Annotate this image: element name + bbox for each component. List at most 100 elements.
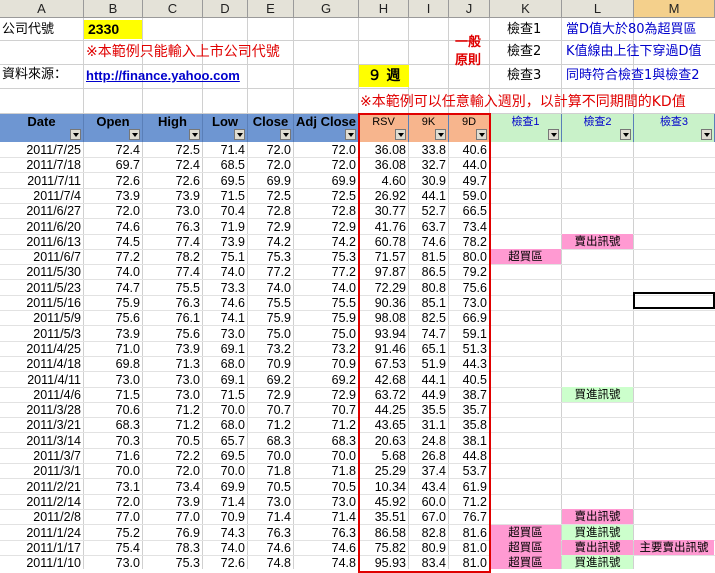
cell-check1[interactable]: [490, 142, 561, 157]
cell-check1[interactable]: [490, 417, 561, 432]
cell-high[interactable]: 76.3: [143, 219, 203, 235]
cell-9d[interactable]: 59.1: [449, 326, 490, 342]
cell-high[interactable]: 72.0: [143, 463, 203, 479]
cell-9k[interactable]: 44.9: [409, 387, 449, 403]
cell-9d[interactable]: 73.0: [449, 295, 490, 311]
cell-check2[interactable]: [562, 249, 633, 264]
cell-check1[interactable]: [490, 173, 561, 188]
cell-open[interactable]: 70.0: [84, 463, 143, 479]
cell-check3[interactable]: [634, 372, 714, 387]
cell-9k[interactable]: 63.7: [409, 219, 449, 235]
cell-rsv[interactable]: 95.93: [359, 555, 409, 569]
cell-open[interactable]: 75.6: [84, 310, 143, 326]
cell-check3[interactable]: [634, 157, 714, 172]
cell-open[interactable]: 75.4: [84, 540, 143, 556]
cell-check1[interactable]: [490, 234, 561, 249]
cell-close[interactable]: 75.9: [248, 310, 294, 326]
active-cell[interactable]: [633, 292, 715, 309]
cell-adj-close[interactable]: 72.8: [294, 203, 359, 219]
cell-close[interactable]: 75.5: [248, 295, 294, 311]
cell-close[interactable]: 70.5: [248, 479, 294, 495]
cell-high[interactable]: 70.5: [143, 433, 203, 449]
filter-dropdown-icon[interactable]: [476, 129, 487, 140]
cell-date[interactable]: 2011/3/28: [0, 402, 84, 418]
cell-close[interactable]: 75.3: [248, 249, 294, 265]
cell-9d[interactable]: 81.0: [449, 555, 490, 569]
cell-9d[interactable]: 79.2: [449, 264, 490, 280]
cell-check2[interactable]: [562, 341, 633, 356]
cell-low[interactable]: 71.4: [203, 494, 248, 510]
cell-close[interactable]: 68.3: [248, 433, 294, 449]
cell-check2[interactable]: [562, 326, 633, 341]
cell-date[interactable]: 2011/7/4: [0, 188, 84, 204]
cell-close[interactable]: 72.0: [248, 157, 294, 173]
cell-check1[interactable]: [490, 448, 561, 463]
cell-open[interactable]: 74.5: [84, 234, 143, 250]
header-low[interactable]: Low: [203, 114, 248, 142]
cell-rsv[interactable]: 67.53: [359, 356, 409, 372]
cell-check2[interactable]: [562, 219, 633, 234]
cell-adj-close[interactable]: 74.0: [294, 280, 359, 296]
cell-9d[interactable]: 61.9: [449, 479, 490, 495]
cell-open[interactable]: 74.0: [84, 264, 143, 280]
cell-open[interactable]: 70.6: [84, 402, 143, 418]
cell-check3[interactable]: [634, 525, 714, 540]
column-header-b[interactable]: B: [84, 0, 143, 18]
cell-9k[interactable]: 81.5: [409, 249, 449, 265]
cell-open[interactable]: 74.6: [84, 219, 143, 235]
cell-rsv[interactable]: 5.68: [359, 448, 409, 464]
cell-date[interactable]: 2011/3/14: [0, 433, 84, 449]
cell-9d[interactable]: 59.0: [449, 188, 490, 204]
header-check1[interactable]: 檢查1: [490, 114, 562, 142]
cell-high[interactable]: 71.2: [143, 402, 203, 418]
column-header-c[interactable]: C: [143, 0, 203, 18]
cell-check3[interactable]: [634, 142, 714, 157]
cell-open[interactable]: 70.3: [84, 433, 143, 449]
cell-date[interactable]: 2011/5/16: [0, 295, 84, 311]
cell-adj-close[interactable]: 69.2: [294, 372, 359, 388]
filter-dropdown-icon[interactable]: [189, 129, 200, 140]
cell-9k[interactable]: 82.5: [409, 310, 449, 326]
cell-date[interactable]: 2011/7/25: [0, 142, 84, 158]
filter-dropdown-icon[interactable]: [395, 129, 406, 140]
cell-high[interactable]: 72.5: [143, 142, 203, 158]
cell-check1[interactable]: 超買區: [490, 249, 561, 265]
cell-check1[interactable]: [490, 326, 561, 341]
header-high[interactable]: High: [143, 114, 203, 142]
cell-check3[interactable]: [634, 326, 714, 341]
cell-check3[interactable]: [634, 310, 714, 325]
cell-high[interactable]: 76.3: [143, 295, 203, 311]
column-header-k[interactable]: K: [490, 0, 562, 18]
cell-9d[interactable]: 53.7: [449, 463, 490, 479]
cell-check1[interactable]: 超買區: [490, 539, 561, 555]
cell-adj-close[interactable]: 72.9: [294, 387, 359, 403]
cell-close[interactable]: 69.9: [248, 173, 294, 189]
cell-9k[interactable]: 26.8: [409, 448, 449, 464]
cell-check3[interactable]: [634, 555, 714, 569]
cell-check1[interactable]: [490, 387, 561, 402]
cell-9d[interactable]: 40.5: [449, 372, 490, 388]
cell-rsv[interactable]: 90.36: [359, 295, 409, 311]
cell-open[interactable]: 73.0: [84, 555, 143, 569]
cell-9d[interactable]: 49.7: [449, 173, 490, 189]
header-check3[interactable]: 檢查3: [634, 114, 715, 142]
cell-adj-close[interactable]: 72.0: [294, 157, 359, 173]
cell-9k[interactable]: 43.4: [409, 479, 449, 495]
cell-high[interactable]: 75.6: [143, 326, 203, 342]
cell-9k[interactable]: 85.1: [409, 295, 449, 311]
cell-check1[interactable]: [490, 203, 561, 218]
cell-check1[interactable]: 超買區: [490, 555, 561, 569]
cell-check2[interactable]: [562, 463, 633, 478]
cell-check1[interactable]: [490, 310, 561, 325]
cell-adj-close[interactable]: 75.0: [294, 326, 359, 342]
cell-9d[interactable]: 35.8: [449, 417, 490, 433]
filter-dropdown-icon[interactable]: [280, 129, 291, 140]
cell-close[interactable]: 77.2: [248, 264, 294, 280]
cell-check2[interactable]: [562, 310, 633, 325]
cell-9d[interactable]: 38.1: [449, 433, 490, 449]
cell-open[interactable]: 75.9: [84, 295, 143, 311]
cell-date[interactable]: 2011/1/10: [0, 555, 84, 569]
cell-check1[interactable]: [490, 463, 561, 478]
cell-date[interactable]: 2011/6/7: [0, 249, 84, 265]
cell-9d[interactable]: 44.3: [449, 356, 490, 372]
